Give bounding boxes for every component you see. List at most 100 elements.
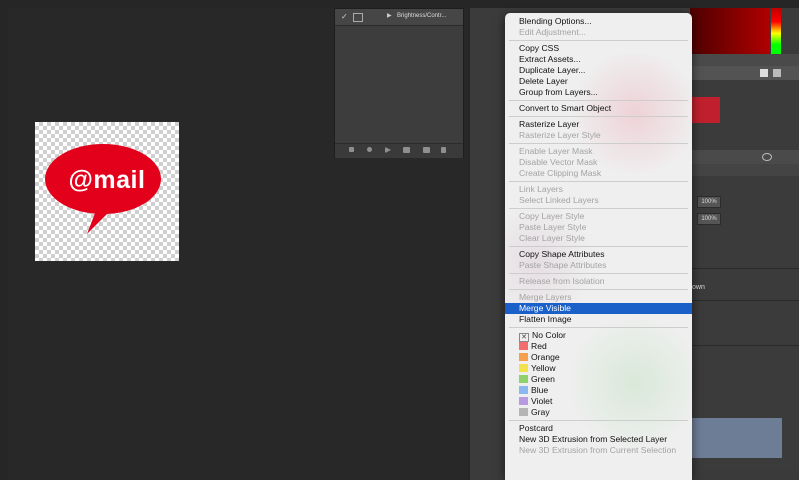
menu-separator — [509, 289, 688, 290]
menu-item-label: Copy Layer Style — [519, 211, 585, 221]
menu-item-convert-to-smart-object[interactable]: Convert to Smart Object — [505, 103, 692, 114]
menu-item-label: Rasterize Layer — [519, 119, 580, 129]
menu-item-blue[interactable]: Blue — [505, 385, 692, 396]
menu-item-flatten-image[interactable]: Flatten Image — [505, 314, 692, 325]
menu-separator — [509, 327, 688, 328]
color-swatch-icon — [519, 342, 528, 350]
menu-item-label: Edit Adjustment... — [519, 27, 586, 37]
menu-item-label: Blue — [531, 385, 549, 395]
menu-item-orange[interactable]: Orange — [505, 352, 692, 363]
menu-item-label: Merge Layers — [519, 292, 572, 302]
menu-list: Blending Options... Edit Adjustment... Cop… — [505, 13, 692, 456]
menu-item-edit-adjustment: Edit Adjustment... — [505, 27, 692, 38]
menu-separator — [509, 208, 688, 209]
menu-item-merge-layers: Merge Layers — [505, 292, 692, 303]
menu-item-gray[interactable]: Gray — [505, 407, 692, 418]
menu-item-label: Violet — [531, 396, 553, 406]
menu-item-copy-layer-style: Copy Layer Style — [505, 211, 692, 222]
menu-item-postcard[interactable]: Postcard — [505, 423, 692, 434]
stop-icon[interactable] — [349, 147, 354, 152]
menu-item-release-from-isolation: Release from Isolation — [505, 276, 692, 287]
menu-item-label: Extract Assets... — [519, 54, 581, 64]
layer-name-partial: own — [692, 284, 705, 291]
menu-item-rasterize-layer-style: Rasterize Layer Style — [505, 130, 692, 141]
menu-item-label: Paste Shape Attributes — [519, 260, 607, 270]
new-item-icon[interactable] — [423, 147, 430, 153]
adjustments-panel: ✓ ▶ Brightness/Contr... — [334, 8, 464, 158]
menu-item-label: Flatten Image — [519, 314, 572, 324]
menu-item-label: Postcard — [519, 423, 553, 433]
layer-row-divider — [692, 268, 799, 269]
opacity-field[interactable]: 100% — [697, 196, 721, 208]
list-view-icon[interactable] — [773, 69, 781, 77]
panel-bar-kind — [692, 66, 799, 80]
hue-slider[interactable] — [771, 8, 781, 54]
menu-item-red[interactable]: Red — [505, 341, 692, 352]
menu-item-label: No Color — [532, 330, 566, 340]
panel-bar-filter — [692, 164, 799, 176]
menu-item-create-clipping-mask: Create Clipping Mask — [505, 168, 692, 179]
fill-field[interactable]: 100% — [697, 213, 721, 225]
menu-item-label: Rasterize Layer Style — [519, 130, 601, 140]
color-swatch-icon — [519, 353, 528, 361]
menu-item-label: Gray — [531, 407, 550, 417]
menu-item-yellow[interactable]: Yellow — [505, 363, 692, 374]
logo-text: @mail — [68, 166, 146, 194]
color-swatch[interactable] — [692, 97, 720, 123]
menu-item-green[interactable]: Green — [505, 374, 692, 385]
menu-item-label: Orange — [531, 352, 560, 362]
menu-item-select-linked-layers: Select Linked Layers — [505, 195, 692, 206]
menu-item-merge-visible[interactable]: Merge Visible — [505, 303, 692, 314]
menu-item-label: Yellow — [531, 363, 556, 373]
layer-row-divider — [692, 345, 799, 346]
layers-bottom-bar — [692, 470, 799, 480]
menu-item-label: New 3D Extrusion from Selected Layer — [519, 434, 668, 444]
menu-item-violet[interactable]: Violet — [505, 396, 692, 407]
layer-row-divider — [692, 300, 799, 301]
folder-icon[interactable] — [403, 147, 410, 153]
play-icon[interactable] — [385, 147, 391, 153]
record-icon[interactable] — [367, 147, 372, 152]
menu-item-label: Copy Shape Attributes — [519, 249, 605, 259]
menu-item-extract-assets[interactable]: Extract Assets... — [505, 54, 692, 65]
menu-separator — [509, 143, 688, 144]
menu-item-delete-layer[interactable]: Delete Layer — [505, 76, 692, 87]
menu-item-label: Group from Layers... — [519, 87, 598, 97]
document-canvas[interactable]: @mail — [35, 122, 179, 261]
menu-item-label: Green — [531, 374, 555, 384]
menu-separator — [509, 273, 688, 274]
menu-item-copy-css[interactable]: Copy CSS — [505, 43, 692, 54]
menu-item-rasterize-layer[interactable]: Rasterize Layer — [505, 119, 692, 130]
check-icon[interactable]: ✓ — [341, 12, 348, 21]
trash-icon[interactable] — [441, 147, 446, 153]
color-picker-field[interactable] — [690, 8, 770, 54]
adjustment-row[interactable]: ✓ ▶ Brightness/Contr... — [335, 9, 463, 26]
menu-item-no-color[interactable]: ✕ No Color — [505, 330, 692, 342]
menu-item-label: Paste Layer Style — [519, 222, 587, 232]
menu-item-enable-layer-mask: Enable Layer Mask — [505, 146, 692, 157]
menu-separator — [509, 100, 688, 101]
layer-thumb-icon — [353, 13, 363, 22]
menu-item-new-3d-extrusion-from-selected-layer[interactable]: New 3D Extrusion from Selected Layer — [505, 434, 692, 445]
menu-item-label: Disable Vector Mask — [519, 157, 598, 167]
menu-item-label: New 3D Extrusion from Current Selection — [519, 445, 677, 455]
menu-item-copy-shape-attributes[interactable]: Copy Shape Attributes — [505, 249, 692, 260]
menu-item-label: Duplicate Layer... — [519, 65, 586, 75]
color-swatch-icon — [519, 375, 528, 383]
menu-item-disable-vector-mask: Disable Vector Mask — [505, 157, 692, 168]
panel-bar-top — [692, 54, 799, 66]
selected-layer-row[interactable] — [692, 418, 782, 458]
menu-item-duplicate-layer[interactable]: Duplicate Layer... — [505, 65, 692, 76]
menu-item-group-from-layers[interactable]: Group from Layers... — [505, 87, 692, 98]
view-toggle-icon[interactable] — [760, 69, 768, 77]
visibility-eye-icon[interactable] — [762, 153, 772, 161]
menu-item-label: Red — [531, 341, 547, 351]
disclosure-triangle-icon[interactable]: ▶ — [387, 12, 392, 19]
menu-item-clear-layer-style: Clear Layer Style — [505, 233, 692, 244]
color-swatch-icon — [519, 408, 528, 416]
menu-item-blending-options[interactable]: Blending Options... — [505, 16, 692, 27]
menu-separator — [509, 181, 688, 182]
panel-bar-layers-header — [692, 150, 799, 164]
menu-item-label: Merge Visible — [519, 303, 571, 313]
menu-item-label: Enable Layer Mask — [519, 146, 593, 156]
